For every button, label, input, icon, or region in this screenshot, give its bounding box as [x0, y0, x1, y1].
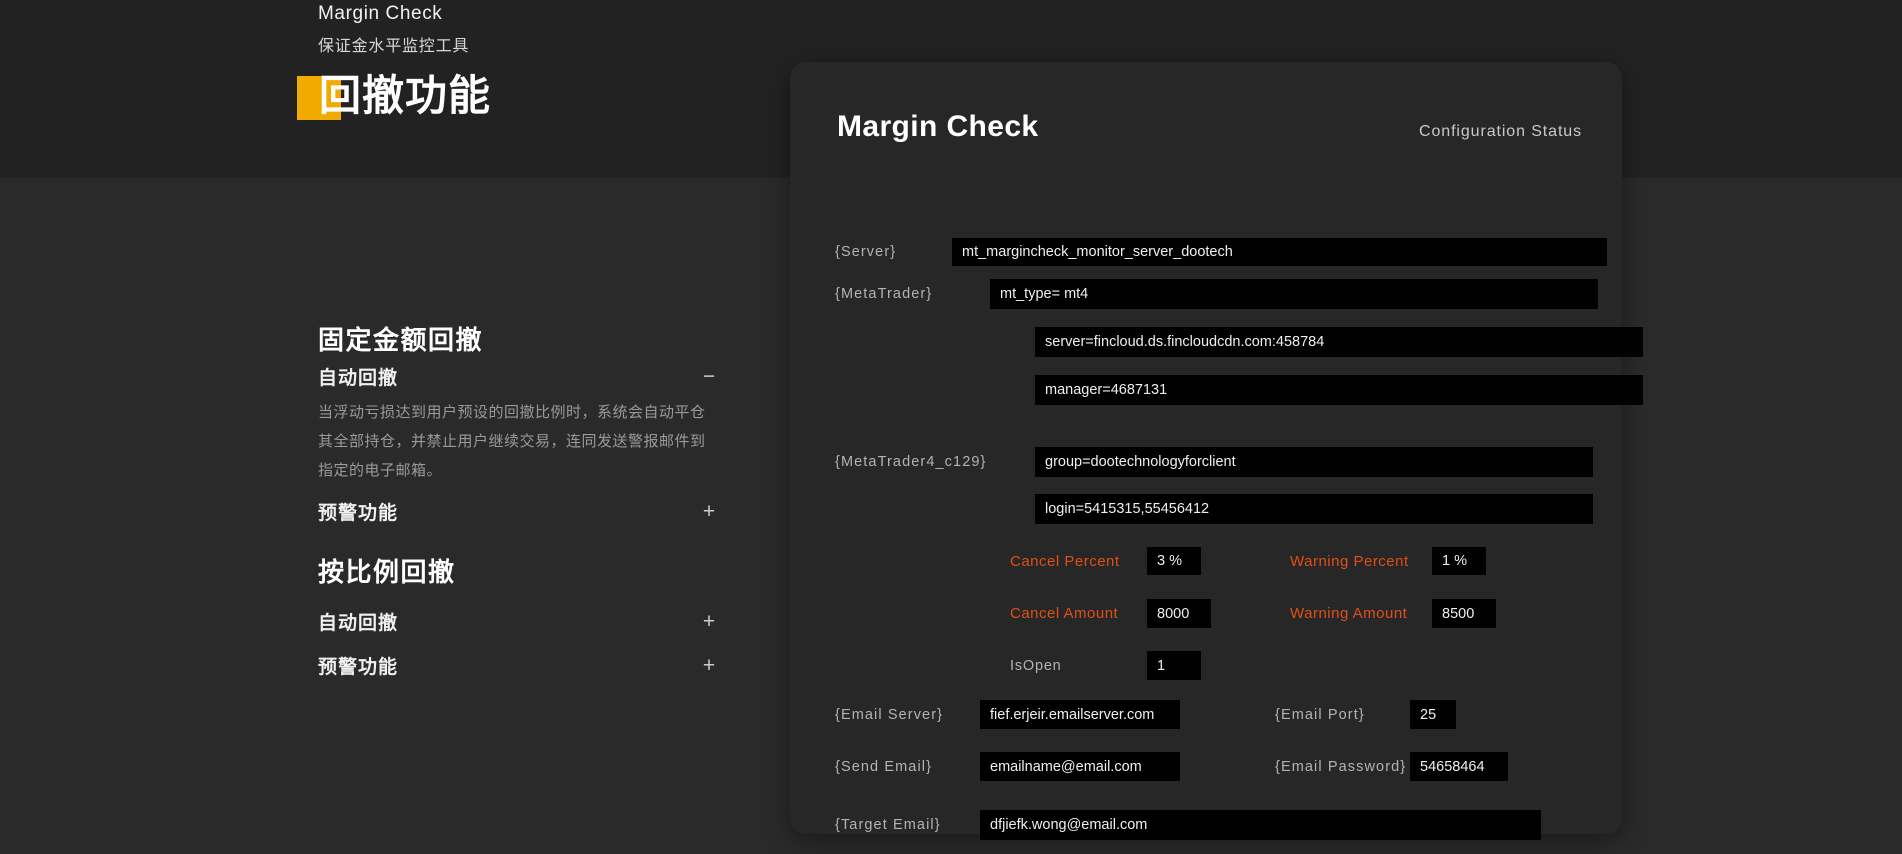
accordion-label: 预警功能	[318, 503, 399, 524]
server-label: {Server}	[835, 244, 897, 260]
section-title-proportional: 按比例回撤	[318, 557, 456, 587]
field-row-warning-amount: Warning Amount 8500	[1290, 599, 1496, 628]
accordion-label: 自动回撤	[318, 613, 399, 634]
accordion-label: 预警功能	[318, 657, 399, 678]
isopen-label: IsOpen	[1010, 657, 1062, 674]
minus-icon[interactable]: −	[700, 366, 718, 387]
send-email-label: {Send Email}	[835, 758, 933, 775]
card-header: Margin Check Configuration Status	[837, 110, 1582, 144]
plus-icon[interactable]: +	[700, 501, 718, 522]
field-row-cancel-amount: Cancel Amount 8000	[1010, 599, 1211, 628]
plus-icon[interactable]: +	[700, 655, 718, 676]
logo: 回撤功能	[297, 72, 557, 140]
field-row-target-email: {Target Email} dfjiefk.wong@email.com	[835, 810, 1541, 840]
warning-amount-input[interactable]: 8500	[1432, 599, 1496, 628]
target-email-input[interactable]: dfjiefk.wong@email.com	[980, 810, 1541, 840]
section-title-fixed-amount: 固定金额回撤	[318, 325, 484, 355]
cancel-percent-input[interactable]: 3 %	[1147, 547, 1201, 575]
email-server-label: {Email Server}	[835, 706, 944, 723]
warning-percent-label: Warning Percent	[1290, 552, 1409, 570]
email-port-label: {Email Port}	[1275, 706, 1365, 723]
cancel-amount-input[interactable]: 8000	[1147, 599, 1211, 628]
field-row-warning-percent: Warning Percent 1 %	[1290, 547, 1486, 575]
config-card: Margin Check Configuration Status {Serve…	[790, 62, 1643, 840]
isopen-input[interactable]: 1	[1147, 651, 1201, 680]
metatrader4-c129-label: {MetaTrader4_c129}	[835, 454, 987, 470]
accordion-item-warning-fixed[interactable]: 预警功能 +	[318, 498, 718, 525]
configuration-status-label: Configuration Status	[1419, 123, 1582, 140]
field-row-cancel-percent: Cancel Percent 3 %	[1010, 547, 1201, 575]
field-row-mt-manager: manager=4687131	[1035, 375, 1643, 405]
accordion-item-auto-drawdown-ratio[interactable]: 自动回撤 +	[318, 608, 718, 635]
field-row-email-port: {Email Port} 25	[1275, 700, 1456, 729]
field-row-send-email: {Send Email} emailname@email.com	[835, 752, 1180, 781]
field-row-isopen: IsOpen 1	[1010, 651, 1201, 680]
send-email-input[interactable]: emailname@email.com	[980, 752, 1180, 781]
field-row-server: {Server} mt_margincheck_monitor_server_d…	[835, 238, 1607, 266]
email-password-input[interactable]: 54658464	[1410, 752, 1508, 781]
card-title: Margin Check	[837, 110, 1039, 143]
cancel-percent-label: Cancel Percent	[1010, 552, 1120, 570]
email-password-label: {Email Password}	[1275, 758, 1407, 775]
brand-subtitle: 保证金水平监控工具	[318, 38, 470, 55]
mt4-group-input[interactable]: group=dootechnologyforclient	[1035, 447, 1593, 477]
app-root: Margin Check 保证金水平监控工具 回撤功能 固定金额回撤 自动回撤 …	[0, 0, 1902, 854]
field-row-email-password: {Email Password} 54658464	[1275, 752, 1508, 781]
target-email-label: {Target Email}	[835, 817, 941, 833]
field-row-mt4-c129: {MetaTrader4_c129} group=dootechnologyfo…	[835, 447, 1593, 477]
mt4-login-input[interactable]: login=5415315,55456412	[1035, 494, 1593, 524]
accordion-description: 当浮动亏损达到用户预设的回撤比例时，系统会自动平仓其全部持仓，并禁止用户继续交易…	[318, 404, 706, 479]
email-server-input[interactable]: fief.erjeir.emailserver.com	[980, 700, 1180, 729]
cancel-amount-label: Cancel Amount	[1010, 605, 1119, 622]
field-row-mt4-login: login=5415315,55456412	[1035, 494, 1593, 524]
mt-server-input[interactable]: server=fincloud.ds.fincloudcdn.com:45878…	[1035, 327, 1643, 357]
email-port-input[interactable]: 25	[1410, 700, 1456, 729]
logo-text: 回撤功能	[319, 72, 492, 119]
field-row-mt-server: server=fincloud.ds.fincloudcdn.com:45878…	[1035, 327, 1643, 357]
warning-amount-label: Warning Amount	[1290, 605, 1408, 622]
mt-type-input[interactable]: mt_type= mt4	[990, 279, 1598, 309]
field-row-email-server: {Email Server} fief.erjeir.emailserver.c…	[835, 700, 1180, 729]
accordion-item-auto-drawdown-fixed[interactable]: 自动回撤 −	[318, 363, 718, 390]
brand-title: Margin Check	[318, 3, 443, 24]
plus-icon[interactable]: +	[700, 611, 718, 632]
accordion-item-warning-ratio[interactable]: 预警功能 +	[318, 652, 718, 679]
mt-manager-input[interactable]: manager=4687131	[1035, 375, 1643, 405]
field-row-metatrader: {MetaTrader} mt_type= mt4	[835, 279, 1598, 309]
accordion-label: 自动回撤	[318, 368, 399, 389]
server-input[interactable]: mt_margincheck_monitor_server_dootech	[952, 238, 1607, 266]
warning-percent-input[interactable]: 1 %	[1432, 547, 1486, 575]
metatrader-label: {MetaTrader}	[835, 286, 933, 302]
